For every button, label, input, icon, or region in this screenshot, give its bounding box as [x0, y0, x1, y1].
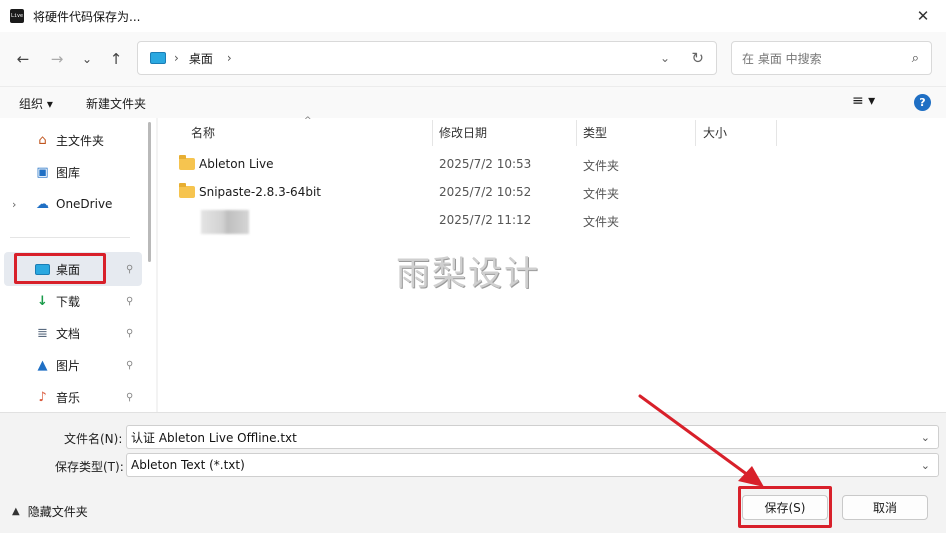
file-row[interactable]: Snipaste-2.8.3-64bit 2025/7/2 10:52 文件夹: [158, 178, 946, 206]
close-button[interactable]: ✕: [900, 0, 946, 32]
app-icon: Live: [10, 9, 24, 23]
sidebar-item-label: 文档: [56, 326, 81, 341]
chevron-down-icon[interactable]: ⌄: [921, 459, 930, 472]
sidebar-item-label: 主文件夹: [56, 133, 105, 148]
hide-folders-button[interactable]: ▲ 隐藏文件夹: [12, 503, 88, 520]
filename-field[interactable]: 认证 Ableton Live Offline.txt ⌄: [126, 425, 939, 449]
search-icon[interactable]: ⌕: [912, 51, 919, 66]
folder-icon: [179, 155, 195, 170]
column-header-date[interactable]: 修改日期: [439, 118, 487, 146]
sidebar-item-pictures[interactable]: ▲ 图片 ⚲: [0, 351, 146, 379]
music-icon: ♪: [38, 389, 47, 405]
breadcrumb-separator: ›: [174, 51, 179, 65]
view-options-icon[interactable]: ≡ ▾: [852, 93, 875, 109]
sidebar-item-music[interactable]: ♪ 音乐 ⚲: [0, 383, 146, 411]
column-divider[interactable]: [432, 120, 433, 146]
sidebar-item-label: 图片: [56, 358, 81, 373]
column-header-name[interactable]: 名称: [191, 118, 215, 146]
command-bar: 组织 ▾ 新建文件夹 ≡ ▾ ?: [0, 86, 946, 118]
new-folder-button[interactable]: 新建文件夹: [86, 95, 146, 112]
organize-button[interactable]: 组织 ▾: [19, 95, 53, 112]
picture-icon: ▲: [37, 357, 48, 373]
document-icon: ≣: [37, 325, 48, 341]
chevron-down-icon[interactable]: ⌄: [921, 431, 930, 444]
blurred-file-name: [201, 210, 249, 234]
address-bar[interactable]: › 桌面 › ⌄ ↻: [137, 41, 717, 75]
pin-icon[interactable]: ⚲: [126, 264, 133, 275]
hide-folders-label: 隐藏文件夹: [27, 505, 88, 519]
file-row[interactable]: Ableton Live 2025/7/2 10:53 文件夹: [158, 150, 946, 178]
column-header-type[interactable]: 类型: [583, 118, 607, 146]
column-header-label: 名称: [191, 125, 216, 140]
download-icon: ↓: [37, 293, 48, 309]
refresh-icon[interactable]: ↻: [691, 49, 704, 67]
filename-label: 文件名(N):: [64, 432, 123, 446]
sidebar-item-label: OneDrive: [56, 197, 113, 211]
file-date: 2025/7/2 10:52: [439, 185, 532, 199]
pin-icon[interactable]: ⚲: [126, 392, 133, 403]
file-row[interactable]: 2025/7/2 11:12 文件夹: [158, 206, 946, 234]
column-header-label: 类型: [583, 125, 608, 140]
file-date: 2025/7/2 11:12: [439, 213, 532, 227]
cancel-button[interactable]: 取消: [842, 495, 928, 520]
desktop-icon: [150, 52, 166, 64]
window-title: 将硬件代码保存为...: [33, 9, 141, 24]
sidebar-item-gallery[interactable]: ▣ 图库: [0, 158, 146, 186]
address-dropdown-icon[interactable]: ⌄: [660, 51, 670, 65]
filetype-label: 保存类型(T):: [55, 460, 124, 474]
file-date: 2025/7/2 10:53: [439, 157, 532, 171]
sort-ascending-icon: ^: [304, 116, 312, 126]
column-divider[interactable]: [695, 120, 696, 146]
forward-button[interactable]: →: [45, 48, 69, 70]
file-name: Snipaste-2.8.3-64bit: [199, 185, 321, 199]
file-name: Ableton Live: [199, 157, 274, 171]
up-button[interactable]: ↑: [104, 48, 128, 70]
breadcrumb-desktop[interactable]: 桌面: [189, 50, 213, 67]
sidebar-item-label: 图库: [56, 165, 81, 180]
filetype-value: Ableton Text (*.txt): [131, 458, 245, 472]
pin-icon[interactable]: ⚲: [126, 360, 133, 371]
sidebar-divider: [10, 237, 130, 238]
cloud-icon: ☁: [36, 196, 49, 212]
column-header-label: 修改日期: [439, 125, 488, 140]
column-header-size[interactable]: 大小: [703, 118, 727, 146]
highlight-box-save: [738, 486, 832, 528]
recent-locations-button[interactable]: ⌄: [75, 48, 99, 70]
column-divider[interactable]: [576, 120, 577, 146]
file-list: 名称 ^ 修改日期 类型 大小 Ableton Live 2025/7/2 10…: [158, 116, 946, 412]
filetype-select[interactable]: Ableton Text (*.txt) ⌄: [126, 453, 939, 477]
sidebar-item-downloads[interactable]: ↓ 下载 ⚲: [0, 287, 146, 315]
back-button[interactable]: ←: [11, 48, 35, 70]
filename-value[interactable]: 认证 Ableton Live Offline.txt: [131, 429, 297, 446]
sidebar-scrollbar[interactable]: [148, 122, 151, 262]
pin-icon[interactable]: ⚲: [126, 296, 133, 307]
chevron-up-icon: ▲: [12, 506, 20, 517]
file-type: 文件夹: [583, 215, 620, 229]
search-box[interactable]: 在 桌面 中搜索 ⌕: [731, 41, 932, 75]
sidebar-item-label: 下载: [56, 294, 81, 309]
sidebar-item-documents[interactable]: ≣ 文档 ⚲: [0, 319, 146, 347]
file-type: 文件夹: [583, 159, 620, 173]
pin-icon[interactable]: ⚲: [126, 328, 133, 339]
watermark: 雨梨设计: [396, 254, 540, 294]
search-input[interactable]: 在 桌面 中搜索: [742, 50, 822, 67]
navigation-bar: ← → ⌄ ↑ › 桌面 › ⌄ ↻ 在 桌面 中搜索 ⌕: [0, 32, 946, 86]
sidebar-item-home[interactable]: ⌂ 主文件夹: [0, 126, 146, 154]
sidebar-item-onedrive[interactable]: › ☁ OneDrive: [0, 190, 146, 218]
folder-icon: [179, 183, 195, 198]
breadcrumb-separator[interactable]: ›: [227, 51, 232, 65]
help-icon[interactable]: ?: [914, 94, 931, 111]
highlight-box-desktop: [14, 253, 106, 284]
title-bar: Live 将硬件代码保存为... ✕: [0, 0, 946, 32]
column-divider[interactable]: [776, 120, 777, 146]
chevron-right-icon[interactable]: ›: [12, 198, 16, 211]
home-icon: ⌂: [38, 132, 47, 148]
column-header-label: 大小: [703, 125, 728, 140]
file-type: 文件夹: [583, 187, 620, 201]
sidebar-item-label: 音乐: [56, 390, 81, 405]
gallery-icon: ▣: [36, 164, 49, 180]
